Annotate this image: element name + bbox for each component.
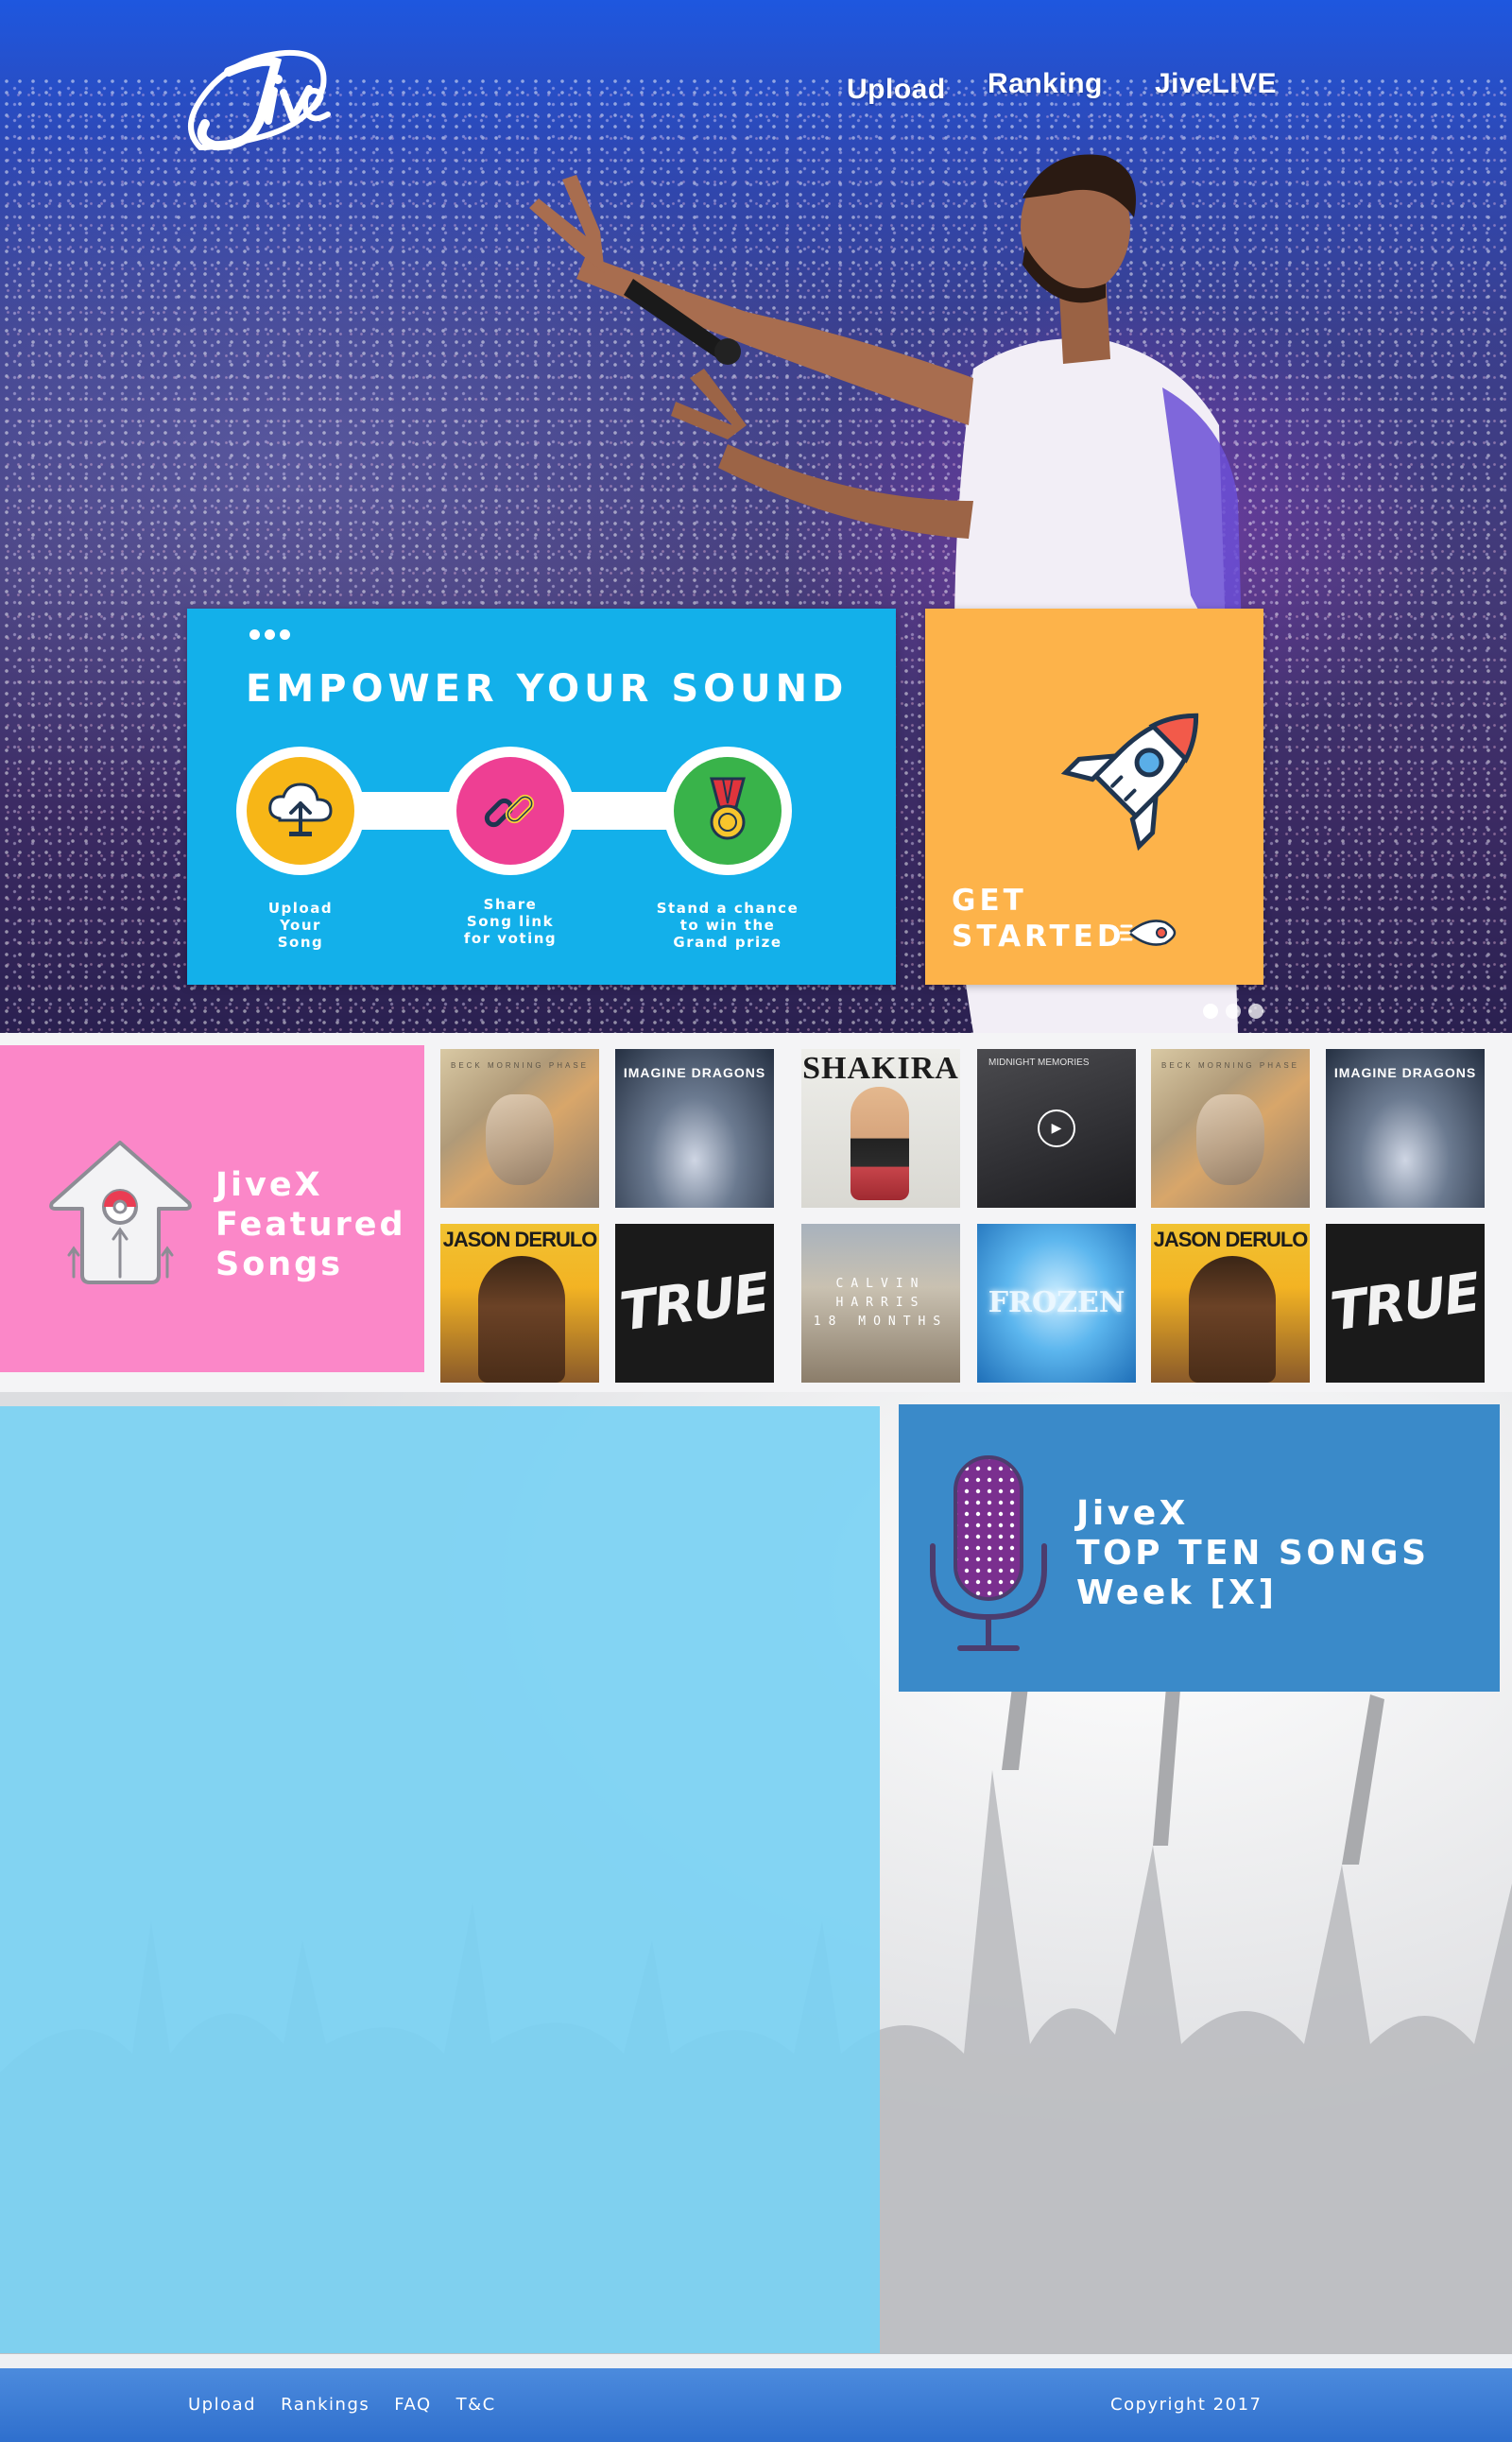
album-art [1196,1094,1264,1185]
album-art [486,1094,554,1185]
album-art [850,1087,909,1200]
footer-link-tc[interactable]: T&C [456,2395,496,2415]
footer: Upload Rankings FAQ T&C Copyright 2017 [0,2368,1512,2442]
link-icon [484,794,535,828]
footer-link-rankings[interactable]: Rankings [281,2395,369,2415]
carousel-dot[interactable] [1226,1004,1241,1019]
album-cover[interactable]: BECK MORNING PHASE [1151,1049,1310,1208]
footer-link-upload[interactable]: Upload [188,2395,256,2415]
medal-icon [710,777,746,840]
album-cover[interactable]: JASON DERULO [440,1224,599,1383]
featured-section: JiveX Featured Songs BECK MORNING PHASE … [0,1033,1512,1392]
upload-pin-icon [49,1141,192,1284]
steps-track [236,747,841,875]
featured-card[interactable]: JiveX Featured Songs [0,1045,424,1372]
album-cover[interactable]: SHAKIRA [801,1049,960,1208]
album-cover[interactable]: CALVIN HARRIS 18 MONTHS [801,1224,960,1383]
album-cover[interactable]: IMAGINE DRAGONS [615,1049,774,1208]
nav-upload[interactable]: Upload [847,74,946,106]
step-label-upload: Upload Your Song [267,900,334,951]
album-cover-text: MIDNIGHT MEMORIES [988,1058,1090,1068]
topten-card[interactable]: JiveX TOP TEN SONGS Week [X] [899,1404,1500,1692]
album-cover-text: CALVIN HARRIS 18 MONTHS [813,1277,949,1329]
album-cover-text: TRUE [1327,1262,1484,1344]
album-cover-text: FROZEN [988,1286,1125,1319]
album-cover-text: IMAGINE DRAGONS [1333,1065,1477,1080]
nav-ranking[interactable]: Ranking [988,68,1103,100]
step-label-prize: Stand a chance to win the Grand prize [656,900,799,951]
album-art [478,1256,565,1383]
footer-links: Upload Rankings FAQ T&C [188,2395,496,2415]
nav-jivelive[interactable]: JiveLIVE [1155,68,1277,100]
step-label-share: Share Song link for voting [463,896,558,947]
album-cover[interactable]: FROZEN [977,1224,1136,1383]
get-started-label: GET STARTED [952,884,1125,954]
carousel-dot[interactable] [1203,1004,1218,1019]
album-cover-text: JASON DERULO [442,1228,598,1251]
album-cover[interactable]: TRUE [1326,1224,1485,1383]
main-nav: Upload Ranking JiveLIVE [0,68,1512,106]
album-cover-text: IMAGINE DRAGONS [623,1065,766,1080]
play-icon[interactable]: ▶ [1038,1109,1075,1147]
album-art [1189,1256,1276,1383]
carousel-dot[interactable] [1248,1004,1263,1019]
album-cover-text: TRUE [616,1262,773,1344]
hero-banner: Upload Ranking JiveLIVE EMPOWER YOUR SOU… [0,0,1512,1033]
step-share[interactable] [446,747,575,875]
step-prize[interactable] [663,747,792,875]
topten-list-panel [0,1406,880,2353]
album-cover-text: BECK MORNING PHASE [450,1061,589,1070]
album-cover[interactable]: MIDNIGHT MEMORIES ▶ [977,1049,1136,1208]
album-cover[interactable]: JASON DERULO [1151,1224,1310,1383]
copyright-text: Copyright 2017 [1110,2395,1263,2415]
upload-cloud-icon [268,782,333,836]
empower-title: EMPOWER YOUR SOUND [246,667,849,711]
album-cover[interactable]: BECK MORNING PHASE [440,1049,599,1208]
album-cover-text: BECK MORNING PHASE [1160,1061,1299,1070]
footer-link-faq[interactable]: FAQ [394,2395,431,2415]
microphone-icon [930,1455,1047,1651]
step-upload[interactable] [236,747,365,875]
get-started-button[interactable]: GET STARTED [925,609,1263,985]
album-cover-text: JASON DERULO [1153,1228,1309,1251]
featured-title: JiveX Featured Songs [215,1166,406,1283]
album-cover[interactable]: TRUE [615,1224,774,1383]
rocket-icon [1060,713,1199,851]
topten-title: JiveX TOP TEN SONGS Week [X] [1076,1494,1430,1612]
carousel-indicators [1203,1004,1263,1019]
topten-section: JiveX TOP TEN SONGS Week [X] [0,1392,1512,2354]
album-cover-text: SHAKIRA [802,1051,959,1086]
empower-card: EMPOWER YOUR SOUND Upload Your Song Shar… [187,609,896,985]
card-dots-icon [249,629,290,640]
album-cover[interactable]: IMAGINE DRAGONS [1326,1049,1485,1208]
mini-rocket-icon [1120,920,1177,946]
